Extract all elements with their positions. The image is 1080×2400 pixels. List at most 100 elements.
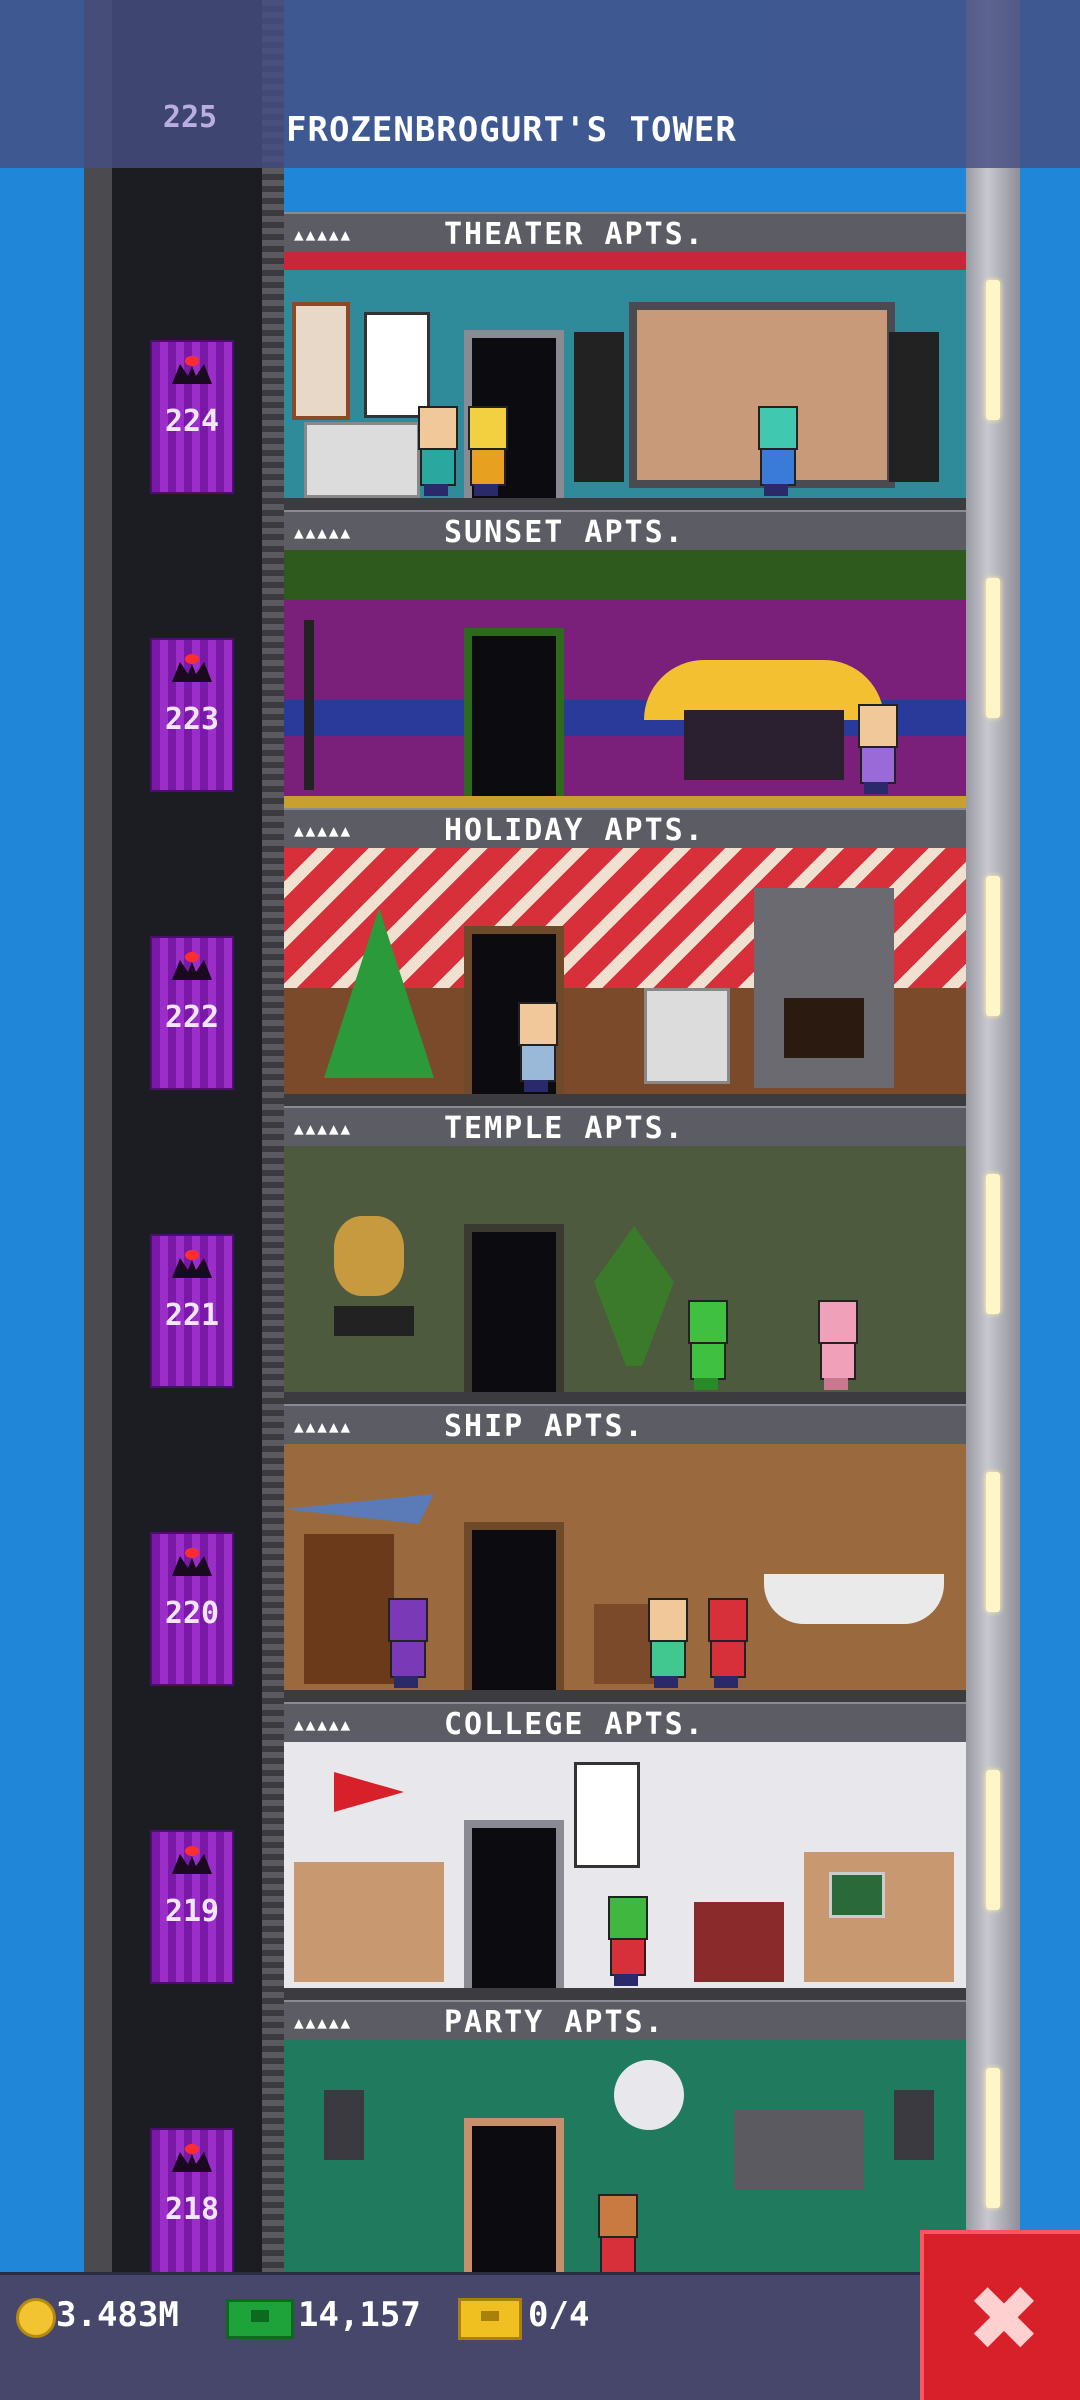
- resident[interactable]: [684, 1300, 728, 1390]
- top-floor-number: 225: [162, 100, 218, 135]
- wall-light: [986, 1174, 1000, 1314]
- elevator-floor-number: 221: [164, 1298, 220, 1333]
- wall-light: [986, 876, 1000, 1016]
- resident[interactable]: [594, 2194, 638, 2284]
- computer-monitor: [829, 1872, 885, 1918]
- palm-plant: [594, 1226, 674, 1366]
- floor-name: PARTY APTS.: [444, 2004, 665, 2040]
- floor-stars: ▲▲▲▲▲: [294, 1714, 353, 1734]
- swordfish-trophy: [284, 1494, 434, 1524]
- floor-base: [284, 796, 966, 808]
- coin-icon: [16, 2298, 56, 2338]
- tower-right-wall: [966, 0, 1020, 2280]
- floor-base: [284, 498, 966, 510]
- elevator-car[interactable]: 219: [150, 1830, 234, 1984]
- floor-stars: ▲▲▲▲▲: [294, 820, 353, 840]
- wall-light: [986, 1472, 1000, 1612]
- wall-light: [986, 1770, 1000, 1910]
- brazier: [334, 1306, 414, 1336]
- floor-room: [284, 1444, 966, 1702]
- bunk-desk: [294, 1862, 444, 1982]
- speaker: [324, 2090, 364, 2160]
- resident[interactable]: [814, 1300, 858, 1390]
- floor-name: THEATER APTS.: [444, 216, 705, 252]
- poster: [364, 312, 430, 418]
- floor-stars: ▲▲▲▲▲: [294, 2012, 353, 2032]
- apartment-door: [464, 2118, 564, 2286]
- floor-ship-apts[interactable]: ▲▲▲▲▲ SHIP APTS.: [284, 1404, 966, 1702]
- street-lamp: [304, 620, 314, 790]
- bookshelf: [304, 1534, 394, 1684]
- resident[interactable]: [754, 406, 798, 496]
- pennant-flag: [334, 1772, 404, 1812]
- elevator-floor-number: 223: [164, 702, 220, 737]
- resident[interactable]: [464, 406, 508, 496]
- elevator-floor-number: 220: [164, 1596, 220, 1631]
- speaker: [574, 332, 624, 482]
- stage-light-rail: [284, 252, 966, 270]
- elevator-car[interactable]: 221: [150, 1234, 234, 1388]
- elevator-car[interactable]: 222: [150, 936, 234, 1090]
- idol-head: [334, 1216, 404, 1296]
- floor-name: HOLIDAY APTS.: [444, 812, 705, 848]
- poster: [292, 302, 350, 420]
- elevator-car[interactable]: 220: [150, 1532, 234, 1686]
- apartment-door: [464, 1820, 564, 1988]
- coins-count: 3.483M: [56, 2295, 179, 2335]
- speaker: [889, 332, 939, 482]
- resident[interactable]: [514, 1002, 558, 1092]
- floor-header: ▲▲▲▲▲ TEMPLE APTS.: [284, 1106, 966, 1151]
- floor-stars: ▲▲▲▲▲: [294, 522, 353, 542]
- tower-view: 224 ▲▲▲▲▲ THEATER APTS. 223 ▲▲▲▲▲ SUNSET: [0, 0, 1080, 2400]
- floor-header: ▲▲▲▲▲ SHIP APTS.: [284, 1404, 966, 1449]
- poster: [574, 1762, 640, 1868]
- armchair: [644, 988, 730, 1084]
- fireplace-opening: [784, 998, 864, 1058]
- resident[interactable]: [854, 704, 898, 794]
- floor-sunset-apts[interactable]: ▲▲▲▲▲ SUNSET APTS.: [284, 510, 966, 808]
- ticket-icon: [458, 2298, 522, 2340]
- resident[interactable]: [704, 1598, 748, 1688]
- floor-header: ▲▲▲▲▲ HOLIDAY APTS.: [284, 808, 966, 853]
- bux-icon: [226, 2299, 294, 2339]
- apartment-door: [464, 628, 564, 796]
- floor-name: SHIP APTS.: [444, 1408, 645, 1444]
- resident[interactable]: [604, 1896, 648, 1986]
- elevator-car[interactable]: 224: [150, 340, 234, 494]
- close-icon: ✖: [966, 2266, 1042, 2372]
- hedge-ceiling: [284, 550, 966, 600]
- resident[interactable]: [384, 1598, 428, 1688]
- elevator-floor-number: 224: [164, 404, 220, 439]
- floor-base: [284, 1392, 966, 1404]
- fireplace: [754, 888, 894, 1088]
- dresser: [694, 1902, 784, 1982]
- floor-college-apts[interactable]: ▲▲▲▲▲ COLLEGE APTS.: [284, 1702, 966, 2000]
- sofa: [304, 422, 420, 498]
- floor-temple-apts[interactable]: ▲▲▲▲▲ TEMPLE APTS.: [284, 1106, 966, 1404]
- wall-light: [986, 578, 1000, 718]
- floor-base: [284, 1690, 966, 1702]
- floor-name: TEMPLE APTS.: [444, 1110, 685, 1146]
- tickets-count: 0/4: [528, 2295, 590, 2335]
- elevator-car[interactable]: 223: [150, 638, 234, 792]
- floor-header: ▲▲▲▲▲ COLLEGE APTS.: [284, 1702, 966, 1747]
- speaker: [894, 2090, 934, 2160]
- wall-light: [986, 280, 1000, 420]
- floor-holiday-apts[interactable]: ▲▲▲▲▲ HOLIDAY APTS.: [284, 808, 966, 1106]
- currency-bar: [0, 2272, 1080, 2400]
- disco-ball: [614, 2060, 684, 2130]
- resident[interactable]: [414, 406, 458, 496]
- elevator-floor-number: 222: [164, 1000, 220, 1035]
- elevator-rail: [262, 0, 284, 2280]
- floor-room: [284, 550, 966, 808]
- tower-title: FROZENBROGURT'S TOWER: [286, 110, 737, 150]
- resident[interactable]: [644, 1598, 688, 1688]
- wall-light: [986, 2068, 1000, 2208]
- elevator-car[interactable]: 218: [150, 2128, 234, 2282]
- apartment-door: [464, 1522, 564, 1690]
- floor-party-apts[interactable]: ▲▲▲▲▲ PARTY APTS.: [284, 2000, 966, 2298]
- floor-name: COLLEGE APTS.: [444, 1706, 705, 1742]
- close-button[interactable]: ✖: [920, 2230, 1080, 2400]
- floor-theater-apts[interactable]: ▲▲▲▲▲ THEATER APTS.: [284, 212, 966, 510]
- floor-stars: ▲▲▲▲▲: [294, 224, 353, 244]
